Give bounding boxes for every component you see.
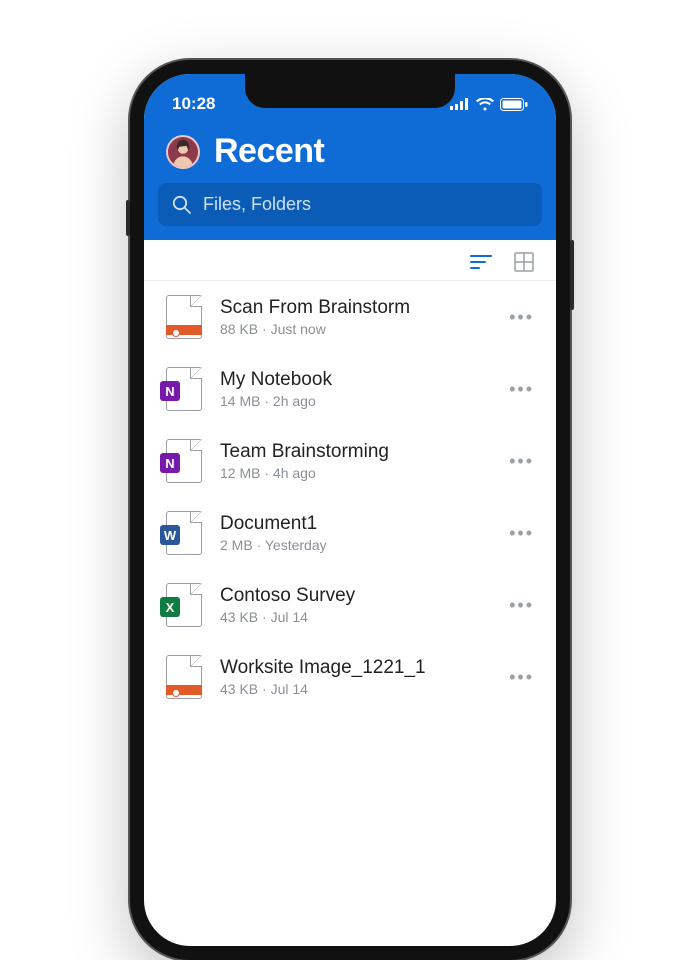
grid-view-button[interactable] [514, 252, 534, 272]
file-meta: 12 MB · 4h ago [220, 465, 483, 481]
sort-icon [470, 254, 492, 270]
more-icon: ••• [509, 667, 534, 687]
onenote-file-icon: N [166, 439, 202, 483]
excel-file-icon: X [166, 583, 202, 627]
list-item[interactable]: Scan From Brainstorm88 KB · Just now ••• [144, 281, 556, 353]
wifi-icon [476, 98, 494, 111]
search-wrap: Files, Folders [144, 183, 556, 240]
list-item-text: Document12 MB · Yesterday [220, 513, 483, 554]
app-badge: W [160, 525, 180, 545]
search-icon [172, 195, 191, 214]
battery-icon [500, 98, 528, 111]
more-button[interactable]: ••• [501, 371, 534, 408]
list-item[interactable]: N My Notebook14 MB · 2h ago ••• [144, 353, 556, 425]
page-title: Recent [214, 132, 324, 171]
search-input[interactable]: Files, Folders [158, 183, 542, 226]
more-button[interactable]: ••• [501, 515, 534, 552]
notch [245, 74, 455, 108]
file-name: Contoso Survey [220, 585, 483, 608]
signal-icon [450, 98, 470, 110]
search-placeholder: Files, Folders [203, 194, 311, 215]
list-item-text: Contoso Survey43 KB · Jul 14 [220, 585, 483, 626]
app-badge: X [160, 597, 180, 617]
file-name: My Notebook [220, 369, 483, 392]
more-icon: ••• [509, 595, 534, 615]
list-item-text: Scan From Brainstorm88 KB · Just now [220, 297, 483, 338]
toolbar [144, 240, 556, 281]
scan-file-icon [166, 655, 202, 699]
status-time: 10:28 [172, 94, 215, 114]
more-button[interactable]: ••• [501, 443, 534, 480]
more-icon: ••• [509, 307, 534, 327]
avatar[interactable] [166, 135, 200, 169]
file-name: Worksite Image_1221_1 [220, 657, 483, 680]
grid-icon [514, 252, 534, 272]
file-meta: 88 KB · Just now [220, 321, 483, 337]
file-list: Scan From Brainstorm88 KB · Just now•••N… [144, 281, 556, 713]
more-button[interactable]: ••• [501, 659, 534, 696]
more-button[interactable]: ••• [501, 587, 534, 624]
file-name: Team Brainstorming [220, 441, 483, 464]
onenote-file-icon: N [166, 367, 202, 411]
more-button[interactable]: ••• [501, 299, 534, 336]
file-meta: 14 MB · 2h ago [220, 393, 483, 409]
list-item[interactable]: W Document12 MB · Yesterday ••• [144, 497, 556, 569]
title-row: Recent [144, 122, 556, 183]
list-item[interactable]: Worksite Image_1221_143 KB · Jul 14 ••• [144, 641, 556, 713]
scan-file-icon [166, 295, 202, 339]
list-item-text: Team Brainstorming12 MB · 4h ago [220, 441, 483, 482]
sort-button[interactable] [470, 254, 492, 270]
file-meta: 43 KB · Jul 14 [220, 609, 483, 625]
app-badge: N [160, 453, 180, 473]
app-badge: N [160, 381, 180, 401]
list-item-text: Worksite Image_1221_143 KB · Jul 14 [220, 657, 483, 698]
file-meta: 2 MB · Yesterday [220, 537, 483, 553]
status-indicators [450, 98, 528, 111]
word-file-icon: W [166, 511, 202, 555]
list-item-text: My Notebook14 MB · 2h ago [220, 369, 483, 410]
screen: 10:28 Recent Files, Folders [144, 74, 556, 946]
more-icon: ••• [509, 451, 534, 471]
list-item[interactable]: N Team Brainstorming12 MB · 4h ago ••• [144, 425, 556, 497]
file-meta: 43 KB · Jul 14 [220, 681, 483, 697]
phone-frame: 10:28 Recent Files, Folders [130, 60, 570, 960]
more-icon: ••• [509, 523, 534, 543]
file-name: Document1 [220, 513, 483, 536]
file-name: Scan From Brainstorm [220, 297, 483, 320]
more-icon: ••• [509, 379, 534, 399]
list-item[interactable]: X Contoso Survey43 KB · Jul 14 ••• [144, 569, 556, 641]
